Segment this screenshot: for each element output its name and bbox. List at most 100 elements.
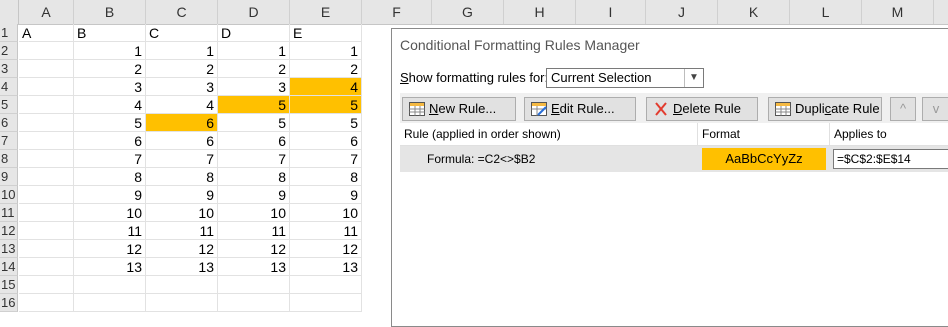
cell[interactable]: 8 (74, 168, 146, 186)
cell[interactable] (19, 222, 74, 240)
cell[interactable]: E (290, 24, 362, 42)
cell[interactable] (290, 294, 362, 312)
cell[interactable]: 7 (290, 150, 362, 168)
cell[interactable] (19, 132, 74, 150)
cell[interactable]: 13 (146, 258, 218, 276)
cell[interactable]: 4 (74, 96, 146, 114)
cell[interactable]: 2 (74, 60, 146, 78)
cell[interactable] (19, 258, 74, 276)
cell[interactable]: 6 (146, 114, 218, 132)
row-header-2[interactable]: 2 (0, 42, 18, 60)
cell[interactable] (19, 114, 74, 132)
column-header-j[interactable]: J (646, 0, 718, 24)
cell[interactable]: 13 (290, 258, 362, 276)
cell[interactable]: 5 (290, 96, 362, 114)
select-all-corner[interactable] (0, 0, 19, 24)
cell[interactable] (19, 168, 74, 186)
move-down-button[interactable]: v (922, 97, 948, 121)
row-header-16[interactable]: 16 (0, 294, 18, 312)
column-header-c[interactable]: C (146, 0, 218, 24)
cell[interactable]: 13 (218, 258, 290, 276)
cell[interactable]: 1 (146, 42, 218, 60)
cell[interactable] (19, 42, 74, 60)
row-header-6[interactable]: 6 (0, 114, 18, 132)
new-rule-button[interactable]: New Rule... (402, 97, 516, 121)
row-header-7[interactable]: 7 (0, 132, 18, 150)
column-header-k[interactable]: K (718, 0, 790, 24)
rules-scope-select[interactable]: Current Selection ▼ (546, 68, 704, 88)
cell[interactable] (19, 150, 74, 168)
column-header-i[interactable]: I (576, 0, 646, 24)
cell[interactable] (19, 186, 74, 204)
row-header-3[interactable]: 3 (0, 60, 18, 78)
cell[interactable]: 12 (290, 240, 362, 258)
cell[interactable]: 2 (218, 60, 290, 78)
cell[interactable]: 6 (218, 132, 290, 150)
row-header-15[interactable]: 15 (0, 276, 18, 294)
cell[interactable] (218, 276, 290, 294)
column-header-h[interactable]: H (504, 0, 576, 24)
cell[interactable] (19, 294, 74, 312)
cell[interactable]: 5 (290, 114, 362, 132)
cell[interactable]: 9 (290, 186, 362, 204)
cell[interactable]: 5 (218, 114, 290, 132)
cell[interactable] (290, 276, 362, 294)
cell[interactable]: 12 (218, 240, 290, 258)
row-header-5[interactable]: 5 (0, 96, 18, 114)
cell[interactable]: A (19, 24, 74, 42)
cell[interactable] (19, 240, 74, 258)
cell[interactable]: 11 (74, 222, 146, 240)
cell[interactable]: D (218, 24, 290, 42)
chevron-down-icon[interactable]: ▼ (684, 69, 703, 87)
cell[interactable] (74, 294, 146, 312)
cell[interactable]: 5 (218, 96, 290, 114)
cell[interactable]: 11 (218, 222, 290, 240)
cell[interactable]: 3 (146, 78, 218, 96)
edit-rule-button[interactable]: Edit Rule... (524, 97, 636, 121)
cell[interactable]: 7 (146, 150, 218, 168)
cell[interactable]: 7 (74, 150, 146, 168)
column-header-l[interactable]: L (790, 0, 862, 24)
row-header-4[interactable]: 4 (0, 78, 18, 96)
cell[interactable]: 1 (74, 42, 146, 60)
cell[interactable]: 7 (218, 150, 290, 168)
column-header-a[interactable]: A (19, 0, 74, 24)
cell[interactable]: C (146, 24, 218, 42)
cell[interactable]: 9 (218, 186, 290, 204)
column-header-b[interactable]: B (74, 0, 146, 24)
cell[interactable]: 12 (146, 240, 218, 258)
row-header-1[interactable]: 1 (0, 24, 18, 42)
cell[interactable]: 12 (74, 240, 146, 258)
cell[interactable]: 4 (290, 78, 362, 96)
column-header-g[interactable]: G (432, 0, 504, 24)
cell[interactable]: 1 (290, 42, 362, 60)
cell[interactable]: 9 (146, 186, 218, 204)
column-header-m[interactable]: M (862, 0, 934, 24)
cell[interactable] (19, 276, 74, 294)
cell[interactable]: 9 (74, 186, 146, 204)
row-header-14[interactable]: 14 (0, 258, 18, 276)
cell[interactable] (146, 276, 218, 294)
cell[interactable]: 5 (74, 114, 146, 132)
cell[interactable]: 10 (146, 204, 218, 222)
column-header-f[interactable]: F (362, 0, 432, 24)
move-up-button[interactable]: ^ (890, 97, 916, 121)
cell[interactable]: 10 (290, 204, 362, 222)
cell[interactable]: 6 (290, 132, 362, 150)
cell[interactable]: 11 (290, 222, 362, 240)
cell[interactable] (218, 294, 290, 312)
cell[interactable]: 1 (218, 42, 290, 60)
cell[interactable]: 2 (146, 60, 218, 78)
cell[interactable]: 8 (290, 168, 362, 186)
cell[interactable]: 10 (218, 204, 290, 222)
cell[interactable] (19, 96, 74, 114)
applies-to-input[interactable]: =$C$2:$E$14 (833, 149, 948, 169)
row-header-13[interactable]: 13 (0, 240, 18, 258)
cell[interactable]: 13 (74, 258, 146, 276)
cell[interactable] (146, 294, 218, 312)
cell[interactable]: 8 (146, 168, 218, 186)
column-header-d[interactable]: D (218, 0, 290, 24)
cell[interactable]: 4 (146, 96, 218, 114)
cell[interactable] (19, 60, 74, 78)
rule-row[interactable]: Formula: =C2<>$B2 AaBbCcYyZz =$C$2:$E$14 (400, 146, 948, 172)
